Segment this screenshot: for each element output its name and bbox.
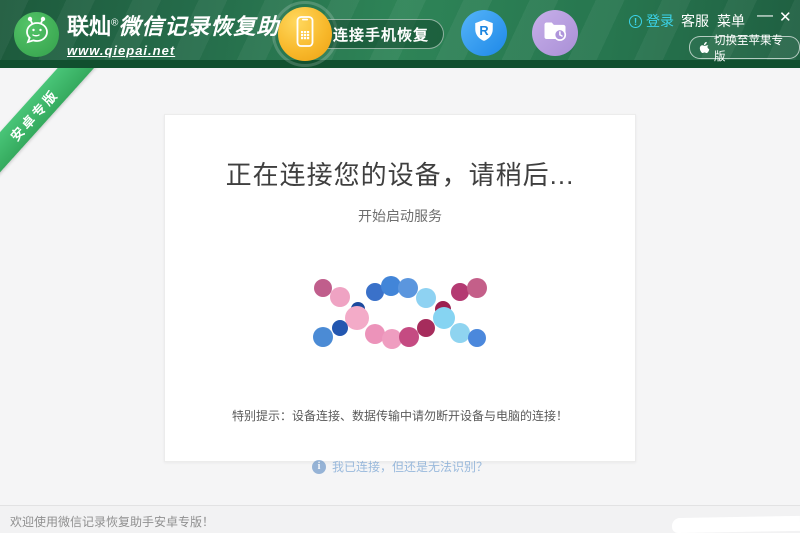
folder-clock-icon [541, 17, 569, 50]
main-content: 安卓专版 正在连接您的设备，请稍后... 开始启动服务 特别提示：设备连接、数据… [0, 68, 800, 505]
loading-dot [345, 306, 369, 330]
minimize-button[interactable]: — [757, 7, 773, 25]
loading-dot [467, 278, 487, 298]
header-bottom-strip [0, 60, 800, 68]
svg-text:R: R [479, 23, 488, 38]
loading-dot [332, 320, 348, 336]
menu-button[interactable]: 菜单 [717, 11, 745, 31]
switch-to-ios-button[interactable]: 切换至苹果专版 [689, 36, 800, 59]
connection-heading: 正在连接您的设备，请稍后... [165, 155, 635, 192]
loading-dot [313, 327, 333, 347]
recovery-history-button[interactable] [532, 10, 578, 56]
phone-icon [293, 14, 317, 55]
app-window: 联灿®微信记录恢复助手 www.qiepai.net 连接手机恢复 R [0, 0, 800, 533]
connection-card: 正在连接您的设备，请稍后... 开始启动服务 特别提示：设备连接、数据传输中请勿… [164, 114, 636, 462]
customer-service-button[interactable]: 客服 [681, 11, 709, 31]
connect-phone-icon-button[interactable] [278, 7, 332, 61]
login-status-icon: ! [629, 15, 642, 28]
loading-dot [416, 288, 436, 308]
service-status-text: 开始启动服务 [165, 206, 635, 226]
login-label: 登录 [646, 11, 674, 31]
security-shield-button[interactable]: R [461, 10, 507, 56]
brand-name: 联灿 [67, 14, 111, 39]
cannot-detect-help-link[interactable]: i 我已连接，但还是无法识别？ [0, 458, 800, 475]
loading-dot [417, 319, 435, 337]
help-link-label: 我已连接，但还是无法识别？ [332, 458, 488, 475]
loading-dots-animation [305, 265, 497, 361]
android-edition-ribbon: 安卓专版 [0, 68, 98, 183]
loading-dot [330, 287, 350, 307]
login-button[interactable]: ! 登录 [629, 11, 674, 31]
loading-dot [399, 327, 419, 347]
close-button[interactable]: ✕ [779, 8, 792, 26]
robot-chat-icon [20, 15, 54, 54]
status-bar: 欢迎使用微信记录恢复助手安卓专版！ [0, 505, 800, 533]
info-icon: i [312, 460, 326, 474]
switch-to-ios-label: 切换至苹果专版 [714, 32, 790, 64]
welcome-message: 欢迎使用微信记录恢复助手安卓专版！ [10, 513, 214, 530]
erased-watermark-blob [672, 516, 800, 533]
loading-dot [450, 323, 470, 343]
ribbon-label: 安卓专版 [6, 84, 63, 144]
warning-tip: 特别提示：设备连接、数据传输中请勿断开设备与电脑的连接！ [165, 407, 635, 424]
app-title: 联灿®微信记录恢复助手 www.qiepai.net [67, 9, 302, 58]
loading-dot [398, 278, 418, 298]
app-logo [14, 12, 59, 57]
brand-url: www.qiepai.net [67, 43, 302, 58]
apple-icon [699, 40, 710, 56]
loading-dot [468, 329, 486, 347]
shield-r-icon: R [470, 17, 498, 50]
connect-phone-label: 连接手机恢复 [333, 24, 429, 45]
